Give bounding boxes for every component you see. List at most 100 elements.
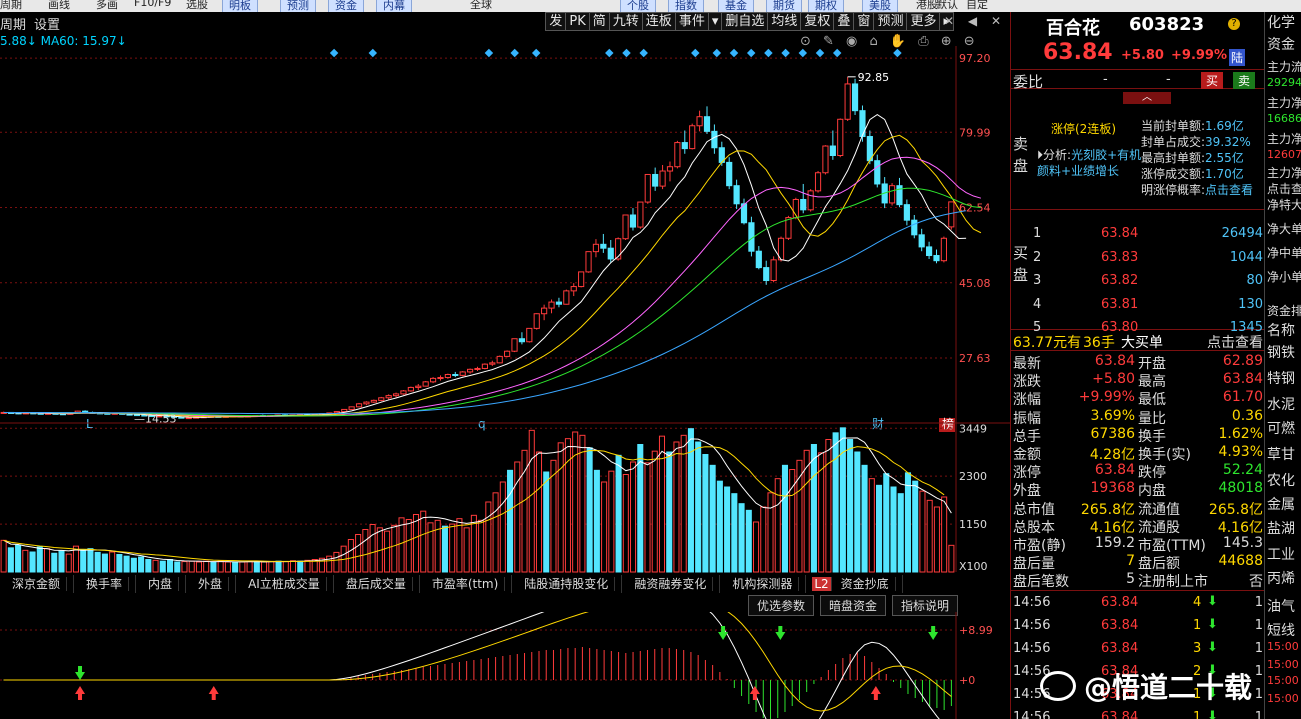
sysbar-item-13[interactable]: 期货 <box>766 0 802 12</box>
toolbar-button-3[interactable]: 九转 <box>608 12 642 31</box>
indicator-tab-4[interactable]: AI立桩成交量 <box>236 575 334 593</box>
candle-body-73 <box>541 307 548 315</box>
sysbar-item-12[interactable]: 基金 <box>718 0 754 12</box>
weibi-label: 委比 <box>1013 73 1044 91</box>
quote-label: 外盘 <box>1013 483 1041 500</box>
tick-price: 63.84 <box>1101 595 1139 610</box>
candle-body-67 <box>496 355 503 364</box>
sysbar-item-14[interactable]: 期权 <box>808 0 844 12</box>
sysbar-item-4[interactable]: 选股 <box>186 0 208 12</box>
indicator-tab-7[interactable]: 陆股通持股变化 <box>512 575 623 593</box>
help-icon[interactable]: ? <box>1228 18 1240 30</box>
indicator-tab-2[interactable]: 内盘 <box>136 575 187 593</box>
volume-bar-128 <box>926 499 933 573</box>
quote-row: 振幅 3.69% 量比 0.36 <box>1011 408 1265 427</box>
sysbar-item-18[interactable]: 默认 <box>936 0 958 12</box>
far-right-item: 特钢 <box>1267 371 1295 387</box>
toolbar-button-4[interactable]: 连板 <box>641 12 675 31</box>
indicator-tab-8[interactable]: 融资融券变化 <box>622 575 721 593</box>
toolbar-button-10[interactable]: 叠 <box>833 12 854 31</box>
bid-level-row[interactable]: 2 63.83 1044 <box>1031 250 1263 272</box>
toolbar-button-8[interactable]: 均线 <box>767 12 801 31</box>
sysbar-item-9[interactable]: 全球 <box>470 0 492 12</box>
sysbar-item-1[interactable]: 画线 <box>48 0 70 12</box>
big-order-link[interactable]: 点击查看 <box>1207 332 1263 352</box>
chart-area[interactable]: 周期 设置 发 PK 简九转 连板 事件 ▾ 删自选 均线 复权叠窗预测 更多 ▸ ✕ ◀ ✕ 5.8… <box>0 12 1010 719</box>
ma-line-ma5 <box>3 114 967 418</box>
bid-level-row[interactable]: 1 63.84 26494 <box>1031 226 1263 248</box>
indicator-tab-1[interactable]: 换手率 <box>74 575 137 593</box>
toolbar-button-2[interactable]: 简 <box>588 12 609 31</box>
indicator-chart[interactable]: +8.99 +0 <box>0 612 1010 719</box>
event-marker-icon-9 <box>712 48 722 58</box>
far-right-item: 16686 <box>1267 112 1301 125</box>
volume-bar-32 <box>232 561 239 573</box>
indicator-tab-10[interactable]: L2 资金抄底 <box>806 575 903 593</box>
quote-label: 量比 <box>1138 410 1166 427</box>
toolbar-button-12[interactable]: 预测 <box>873 12 907 31</box>
far-right-item: 油气 <box>1267 599 1295 615</box>
candle-body-110 <box>814 172 822 192</box>
volume-chart[interactable]: 3449 2300 1150 X100 <box>0 422 1010 575</box>
toolbar-button-5[interactable]: 事件 <box>674 12 708 31</box>
volume-bar-35 <box>253 560 260 573</box>
sysbar-item-2[interactable]: 多画 <box>96 0 118 12</box>
bid-level-row[interactable]: 3 63.82 80 <box>1031 273 1263 295</box>
volume-bar-75 <box>543 471 550 573</box>
candle-body-47 <box>348 406 355 410</box>
quote-row: 市盈(静) 159.2 市盈(TTM) 145.3 <box>1011 535 1265 554</box>
sysbar-item-8[interactable]: 内幕 <box>376 0 412 12</box>
sell-button[interactable]: 卖 <box>1233 72 1256 89</box>
toolbar-left-item-1[interactable]: 设置 <box>34 18 60 33</box>
toolbar-button-13[interactable]: 更多 <box>906 12 940 31</box>
sysbar-item-10[interactable]: 个股 <box>620 0 656 12</box>
limit-stat-row-4[interactable]: 明涨停概率:点击查看 <box>1141 182 1253 198</box>
toolbar-button-7[interactable]: 删自选 <box>721 12 768 31</box>
kline-chart[interactable]: 97.2079.9962.5445.0827.6392.85—14.53L q 财榜 <box>0 46 1010 434</box>
tick-volume: 3 <box>1193 641 1202 656</box>
l2-badge: L2 <box>812 577 832 591</box>
indicator-tab-9[interactable]: 机构探测器 <box>720 575 807 593</box>
limit-stat-value: 39.32% <box>1205 135 1251 149</box>
candle-body-61 <box>452 374 459 377</box>
collapse-caret-icon[interactable]: ︿ <box>1123 92 1171 104</box>
high-annotation: 92.85 <box>858 71 890 84</box>
dif-line <box>3 612 940 719</box>
limit-stat-value[interactable]: 点击查看 <box>1205 183 1253 197</box>
toolbar-button-6[interactable]: ▾ <box>707 12 722 31</box>
candle-body-112 <box>829 145 836 157</box>
indicator-tab-0[interactable]: 深京金额 <box>0 575 75 593</box>
sysbar-item-6[interactable]: 预测 <box>280 0 316 12</box>
sysbar-item-3[interactable]: F10/F9 <box>134 0 171 9</box>
toolbar-button-0[interactable]: 发 <box>545 12 566 31</box>
toolbar-button-11[interactable]: 窗 <box>853 12 874 31</box>
volume-bar-26 <box>188 560 195 573</box>
indicator-tab-6[interactable]: 市盈率(ttm) <box>420 575 513 593</box>
quote-row: 涨幅 +9.99% 最低 61.70 <box>1011 389 1265 408</box>
sysbar-item-17[interactable]: 自定 <box>966 0 988 12</box>
bid-level-row[interactable]: 4 63.81 130 <box>1031 297 1263 319</box>
candle-body-102 <box>755 250 762 269</box>
ind-y-tick-1: +0 <box>959 674 975 687</box>
candle-body-49 <box>363 401 370 405</box>
volume-bar-40 <box>289 560 297 573</box>
volume-bar-60 <box>434 519 441 573</box>
indicator-tab-5[interactable]: 盘后成交量 <box>334 575 420 593</box>
sysbar-item-15[interactable]: 美股 <box>862 0 898 12</box>
sysbar-item-11[interactable]: 指数 <box>668 0 704 12</box>
bid-level: 1 <box>1033 226 1042 241</box>
toolbar-button-1[interactable]: PK <box>565 12 589 31</box>
buy-button[interactable]: 买 <box>1201 72 1224 89</box>
event-marker-icon-13 <box>781 48 790 58</box>
candle-body-104 <box>770 259 777 282</box>
sysbar-item-0[interactable]: 周期 <box>0 0 22 12</box>
sysbar-item-5[interactable]: 明板 <box>222 0 258 12</box>
candle-body-51 <box>378 397 385 401</box>
window-controls[interactable]: ✕ ◀ ✕ <box>944 14 1006 28</box>
sysbar-item-7[interactable]: 资金 <box>328 0 364 12</box>
sysbar-item-16[interactable]: 港股 <box>916 0 938 12</box>
toolbar-button-9[interactable]: 复权 <box>800 12 834 31</box>
toolbar-left-item-0[interactable]: 周期 <box>0 18 26 33</box>
indicator-tab-3[interactable]: 外盘 <box>186 575 237 593</box>
far-right-item: 短线 <box>1267 623 1295 639</box>
